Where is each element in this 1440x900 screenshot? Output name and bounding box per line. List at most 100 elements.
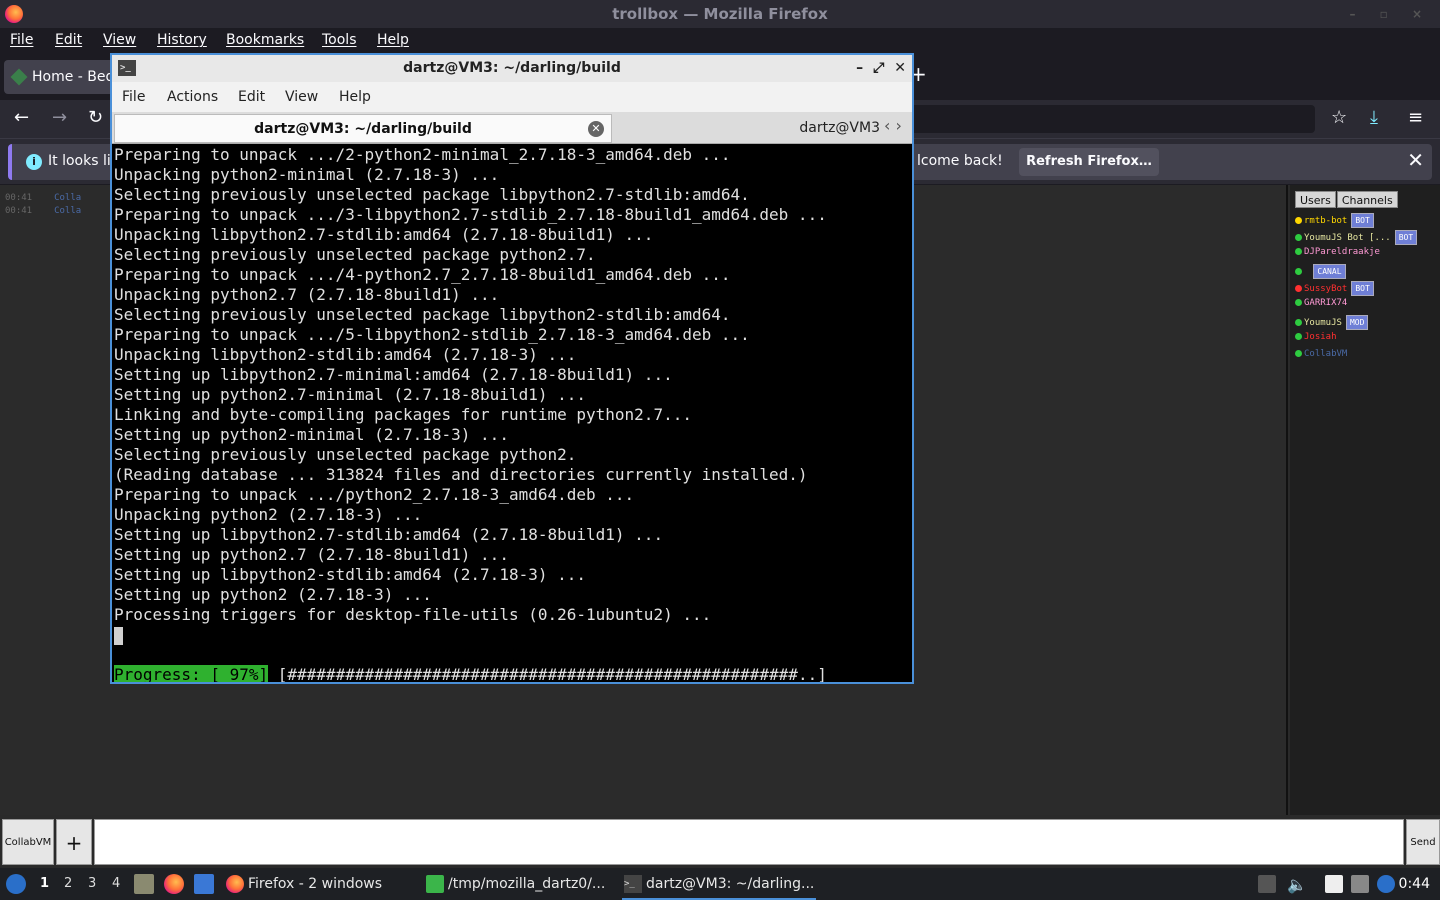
send-button[interactable]: Send (1406, 819, 1440, 865)
tab-title: Home - Bed (32, 69, 115, 85)
menu-edit[interactable]: Edit (55, 32, 82, 48)
workspace-1[interactable]: 1 (40, 876, 49, 891)
terminal-menu-help[interactable]: Help (339, 89, 371, 105)
hamburger-menu-icon[interactable]: ≡ (1408, 107, 1423, 128)
terminal-window: >_ dartz@VM3: ~/darling/build – ⤢ ✕ File A… (110, 53, 914, 684)
terminal-menu-edit[interactable]: Edit (238, 89, 265, 105)
chat-line: 00:41 Colla (5, 206, 81, 216)
firefox-launcher-icon[interactable] (164, 874, 184, 894)
user-badge: BOT (1351, 213, 1374, 228)
firefox-menubar: File Edit View History Bookmarks Tools H… (0, 28, 1440, 54)
window-title: trollbox — Mozilla Firefox (612, 5, 828, 23)
bookmark-star-icon[interactable]: ☆ (1331, 107, 1347, 128)
file-manager-icon[interactable] (134, 874, 154, 894)
terminal-line: Unpacking python2-minimal (2.7.18-3) ... (114, 165, 500, 184)
eject-icon[interactable] (1258, 875, 1276, 893)
chat-line: 00:41 Colla (5, 193, 81, 203)
terminal-line: Unpacking python2 (2.7.18-3) ... (114, 505, 423, 524)
terminal-menu-file[interactable]: File (122, 89, 145, 105)
status-dot-icon (1295, 285, 1302, 292)
terminal-tab-active[interactable]: dartz@VM3: ~/darling/build ✕ (114, 114, 612, 143)
taskbar-item-terminal[interactable]: >_ dartz@VM3: ~/darling... (622, 868, 816, 900)
taskbar-item-folder[interactable]: /tmp/mozilla_dartz0/... (424, 868, 614, 900)
taskbar-item-label: Firefox - 2 windows (248, 876, 383, 892)
terminal-line: (Reading database ... 313824 files and d… (114, 465, 808, 484)
tab-close-icon[interactable]: ✕ (588, 121, 604, 137)
terminal-menu-view[interactable]: View (285, 89, 318, 105)
back-arrow-icon[interactable]: ← (14, 107, 29, 128)
close-icon[interactable]: ✕ (894, 60, 906, 76)
user-entry[interactable]: SussyBot BOT (1295, 281, 1374, 296)
chevron-left-icon[interactable]: ‹ (884, 116, 890, 135)
folder-icon (426, 875, 444, 893)
chat-time: 00:41 (5, 206, 33, 216)
user-name: YoumuJS (1304, 318, 1342, 328)
menu-file[interactable]: File (10, 32, 33, 48)
progress-label: Progress: [ 97%] (114, 665, 269, 682)
user-entry[interactable]: CANAL (1295, 264, 1346, 279)
status-dot-icon (1295, 299, 1302, 306)
terminal-line: Linking and byte-compiling packages for … (114, 405, 692, 424)
close-icon[interactable]: ✕ (1407, 148, 1424, 172)
forward-arrow-icon[interactable]: → (52, 107, 67, 128)
network-icon[interactable] (1351, 875, 1369, 893)
desktop: trollbox — Mozilla Firefox – ▫ × File Ed… (0, 0, 1440, 900)
workspace-2[interactable]: 2 (64, 876, 72, 891)
terminal-menu-actions[interactable]: Actions (167, 89, 218, 105)
clipboard-icon[interactable] (1325, 875, 1343, 893)
workspace-4[interactable]: 4 (112, 876, 120, 891)
progress-bar: [#######################################… (277, 665, 827, 682)
taskbar-item-firefox[interactable]: Firefox - 2 windows (224, 868, 419, 900)
chevron-right-icon[interactable]: › (896, 116, 902, 135)
menu-tools[interactable]: Tools (322, 32, 357, 48)
menu-history[interactable]: History (157, 32, 207, 48)
start-menu-icon[interactable] (6, 874, 26, 894)
tab-channels[interactable]: Channels (1336, 191, 1398, 208)
user-entry[interactable]: YoumuJS Bot [... BOT (1295, 230, 1418, 245)
terminal-line: Processing triggers for desktop-file-uti… (114, 605, 712, 624)
user-entry[interactable]: CollabVM (1295, 349, 1347, 359)
maximize-icon[interactable]: ⤢ (873, 60, 884, 76)
notification-text-end: lcome back! (917, 153, 1003, 169)
terminal-tab-other[interactable]: dartz@VM3 (614, 114, 884, 143)
terminal-line: Setting up libpython2.7-minimal:amd64 (2… (114, 365, 673, 384)
menu-help[interactable]: Help (377, 32, 409, 48)
tab-scroll-arrows[interactable]: ‹ › (884, 116, 912, 140)
user-entry[interactable]: GARRIX74 (1295, 298, 1347, 308)
user-entry[interactable]: Josiah (1295, 332, 1337, 342)
updates-icon[interactable] (1377, 875, 1395, 893)
firefox-icon (226, 875, 244, 893)
user-list-tabs: Users Channels (1295, 191, 1399, 209)
tab-users[interactable]: Users (1295, 191, 1336, 208)
terminal-line: Unpacking libpython2.7-stdlib:amd64 (2.7… (114, 225, 654, 244)
desktop-icon[interactable] (194, 874, 214, 894)
info-icon: i (26, 154, 42, 170)
user-name: DJPareldraakje (1304, 247, 1380, 257)
user-entry[interactable]: rmtb-bot BOT (1295, 213, 1374, 228)
menu-view[interactable]: View (103, 32, 136, 48)
workspace-3[interactable]: 3 (88, 876, 96, 891)
room-label[interactable]: CollabVM (2, 819, 54, 865)
terminal-line: Preparing to unpack .../5-libpython2-std… (114, 325, 750, 344)
firefox-titlebar: trollbox — Mozilla Firefox – ▫ × (0, 0, 1440, 28)
volume-icon[interactable]: 🔈 (1287, 875, 1307, 894)
add-button[interactable]: + (56, 819, 92, 865)
chat-input[interactable] (94, 819, 1404, 865)
user-name: CollabVM (1304, 349, 1348, 359)
window-controls[interactable]: – ▫ × (1349, 0, 1432, 28)
terminal-menubar: File Actions Edit View Help (112, 82, 912, 112)
user-entry[interactable]: YoumuJS MOD (1295, 315, 1369, 330)
refresh-firefox-button[interactable]: Refresh Firefox… (1019, 148, 1159, 176)
progress-line: Progress: [ 97%] [######################… (114, 665, 912, 682)
minimize-icon[interactable]: – (856, 60, 863, 76)
terminal-line: Setting up libpython2-stdlib:amd64 (2.7.… (114, 565, 587, 584)
menu-bookmarks[interactable]: Bookmarks (226, 32, 304, 48)
terminal-titlebar[interactable]: >_ dartz@VM3: ~/darling/build – ⤢ ✕ (112, 55, 912, 82)
user-entry[interactable]: DJPareldraakje (1295, 247, 1380, 257)
user-list-panel: Users Channels rmtb-bot BOT YoumuJS Bot [..… (1290, 185, 1440, 815)
reload-icon[interactable]: ↻ (88, 107, 103, 128)
terminal-output[interactable]: Preparing to unpack .../2-python2-minima… (112, 145, 912, 682)
user-name: GARRIX74 (1304, 298, 1348, 308)
downloads-icon[interactable]: ⤓ (1370, 107, 1378, 128)
terminal-line: Selecting previously unselected package … (114, 245, 596, 264)
